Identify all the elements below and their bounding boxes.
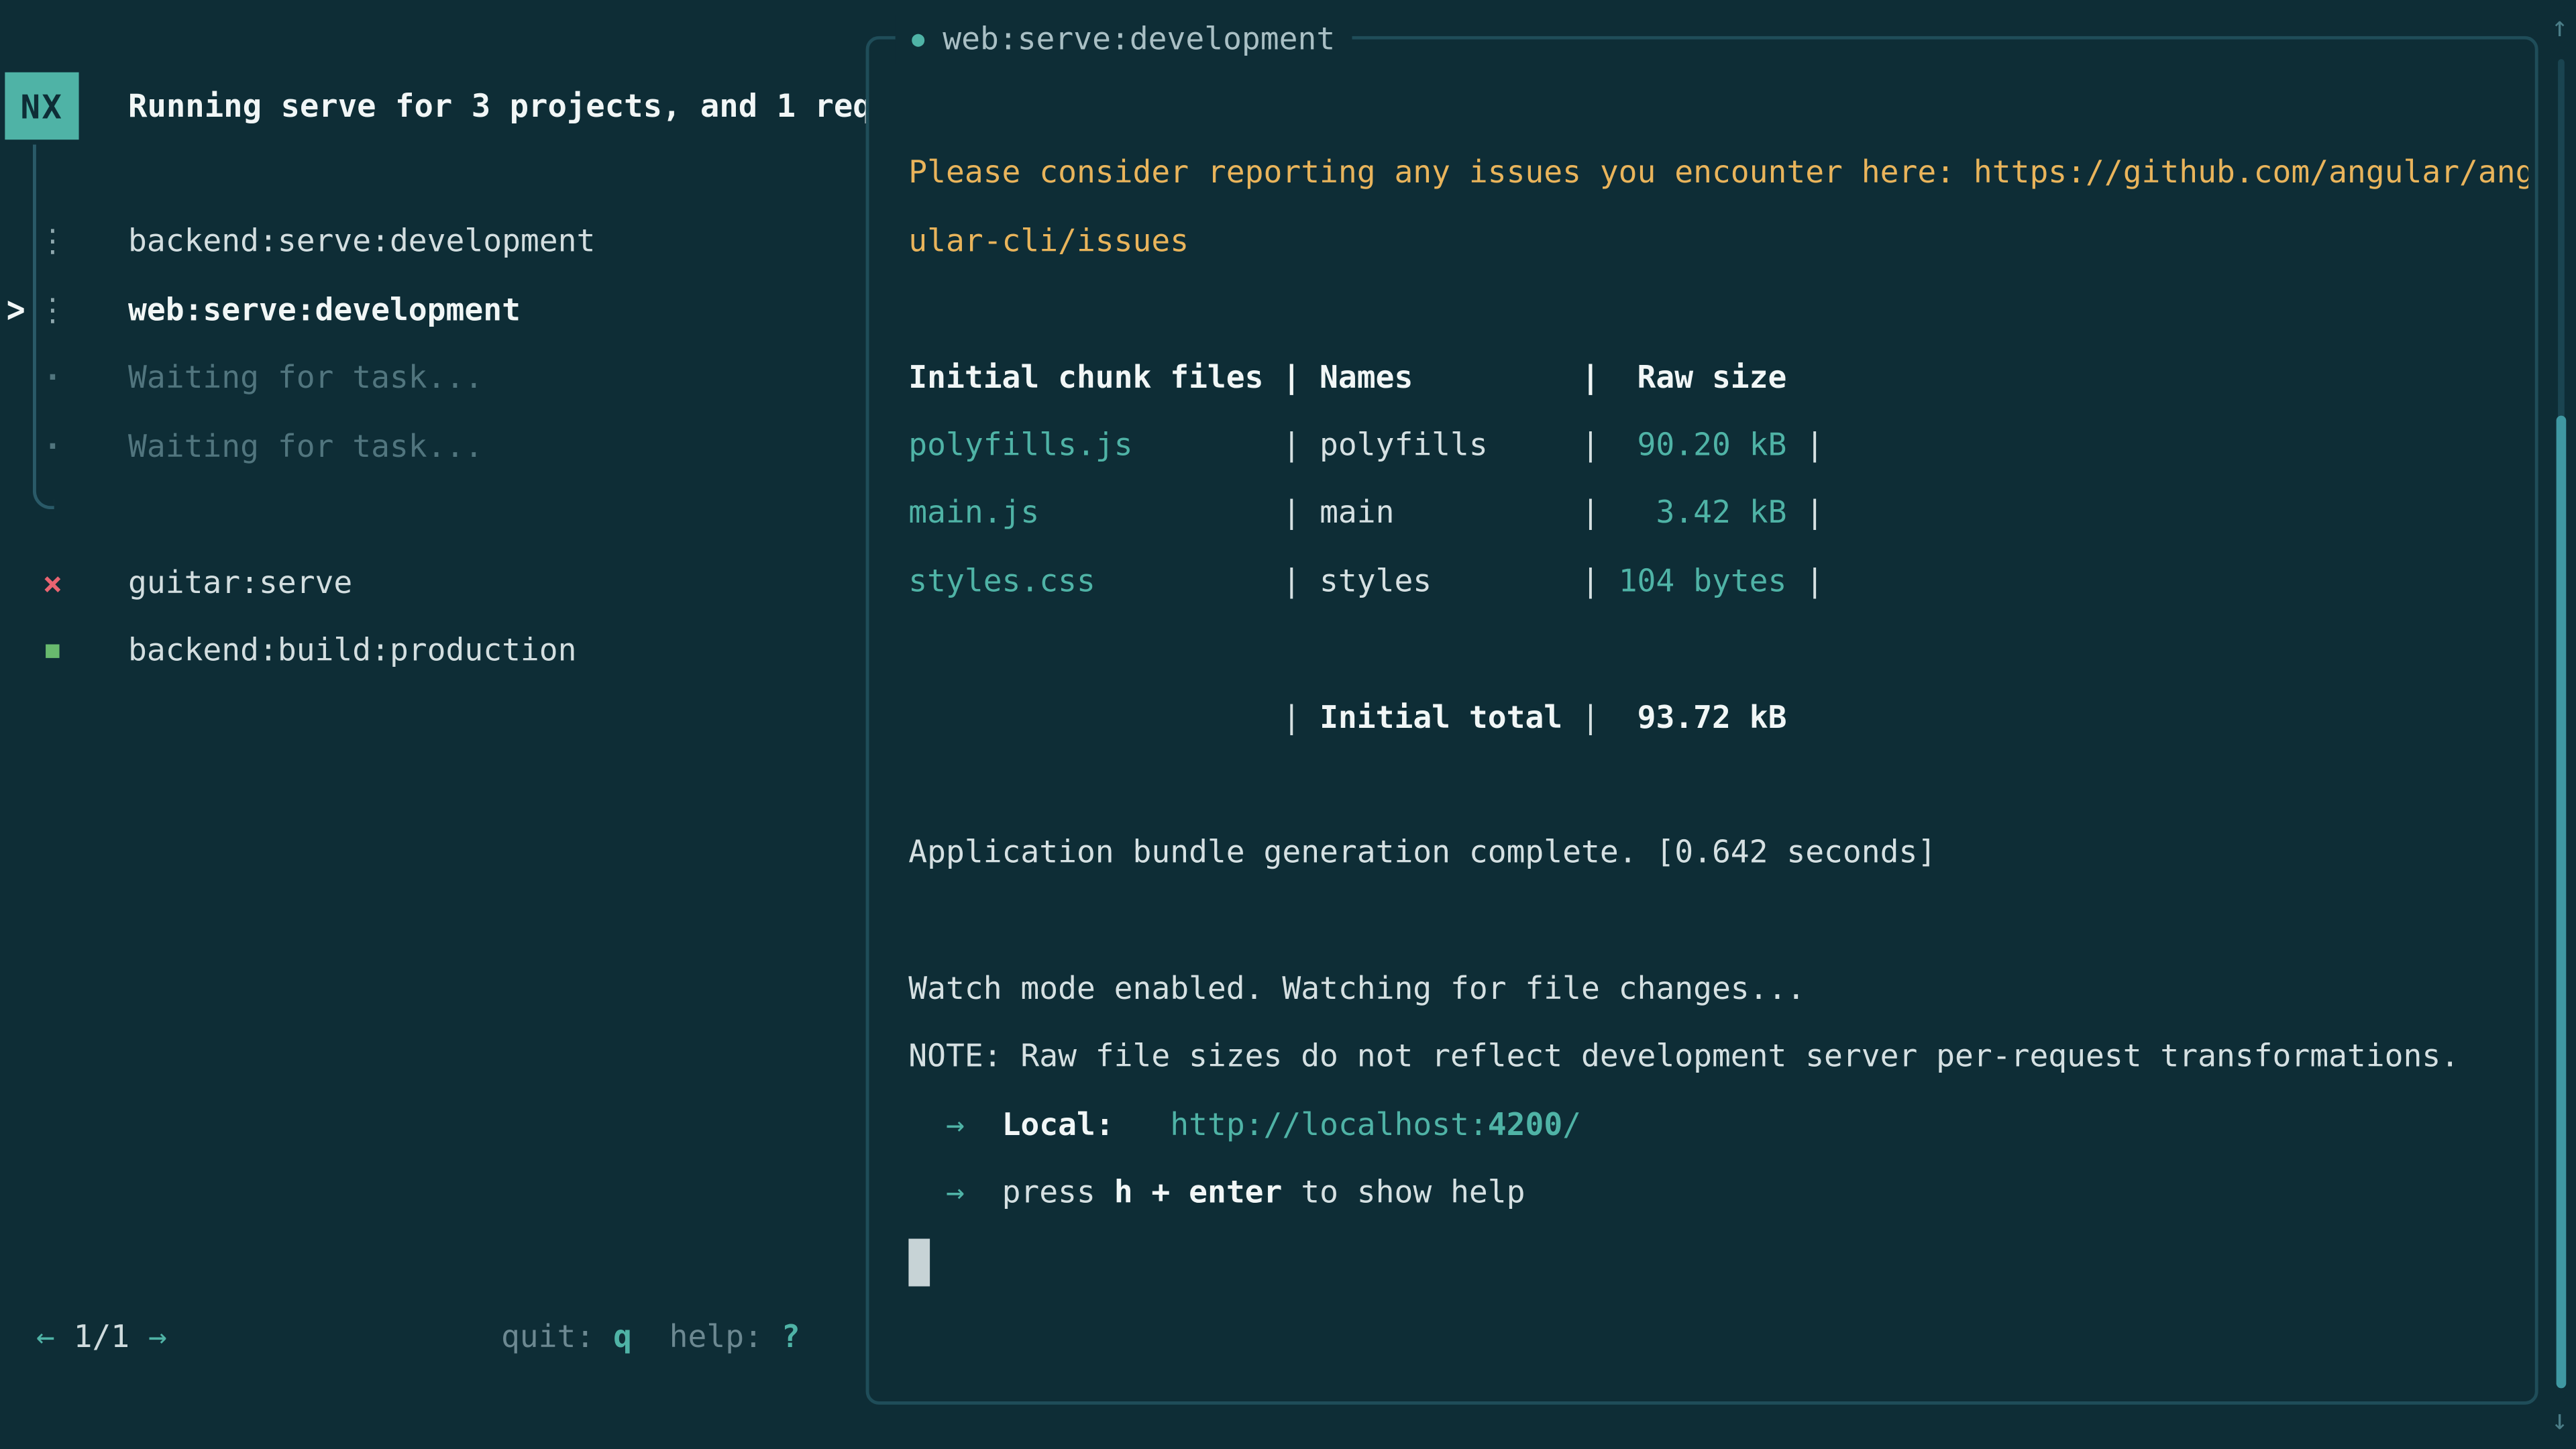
- terminal-text-segment: |: [1786, 495, 1824, 531]
- task-item-backend-serve-development[interactable]: ⋮ backend:serve:development: [0, 209, 866, 277]
- terminal-line: → Local: http://localhost:4200/: [908, 1092, 2528, 1160]
- output-scrollbar: ↑ ↓: [2543, 0, 2576, 1449]
- terminal-text-segment: 90.20 kB: [1619, 427, 1787, 464]
- terminal-line: | Initial total | 93.72 kB: [908, 684, 2528, 752]
- task-item-guitar-serve[interactable]: × guitar:serve: [0, 549, 866, 618]
- terminal-text-segment: |: [908, 699, 1320, 735]
- task-label: Waiting for task...: [128, 428, 483, 464]
- scroll-up-arrow-icon[interactable]: ↑: [2543, 3, 2576, 52]
- terminal-text-segment: |: [1786, 427, 1824, 464]
- terminal-line: Watch mode enabled. Watching for file ch…: [908, 956, 2528, 1024]
- terminal-line: [908, 888, 2528, 956]
- task-item-web-serve-development[interactable]: > ⋮ web:serve:development: [0, 277, 866, 345]
- terminal-text-segment: to show help: [1282, 1175, 1525, 1212]
- pagination: ← 1/1 →: [36, 1304, 167, 1371]
- terminal-text-segment: 4200: [1488, 1107, 1562, 1143]
- terminal-line: NOTE: Raw file sizes do not reflect deve…: [908, 1024, 2528, 1092]
- failed-x-icon: ×: [36, 549, 69, 618]
- task-item-waiting-1[interactable]: · Waiting for task...: [0, 345, 866, 413]
- selection-caret-icon: >: [7, 270, 33, 352]
- terminal-line: main.js | main | 3.42 kB |: [908, 480, 2528, 548]
- terminal-text-segment: polyfills.js: [908, 427, 1132, 464]
- terminal-text-segment: | styles |: [1095, 563, 1619, 599]
- terminal-text-segment: Initial total: [1320, 699, 1562, 735]
- terminal-text-segment: 104 bytes: [1619, 563, 1787, 599]
- page-indicator: [129, 1320, 148, 1356]
- terminal-text-segment: |: [1786, 563, 1824, 599]
- spinner-icon: ⋮: [36, 209, 69, 277]
- terminal-line: [908, 616, 2528, 684]
- terminal-text-segment: |: [1562, 699, 1619, 735]
- page-indicator: 1/1: [74, 1320, 130, 1356]
- prev-page-arrow-icon[interactable]: ←: [36, 1320, 55, 1356]
- task-label: backend:serve:development: [128, 223, 595, 260]
- pending-dot-icon: ·: [36, 413, 69, 482]
- terminal-line: [908, 72, 2528, 140]
- panel-title: ● web:serve:development: [896, 15, 1352, 64]
- scrollbar-thumb[interactable]: [2557, 416, 2567, 1389]
- terminal-text-segment: Please consider reporting any issues you…: [908, 155, 2528, 191]
- keyboard-shortcuts: quit: q help: ?: [501, 1304, 800, 1371]
- terminal-line: Initial chunk files | Names | Raw size: [908, 344, 2528, 412]
- task-list: ⋮ backend:serve:development > ⋮ web:serv…: [0, 209, 866, 686]
- help-key: ?: [782, 1320, 800, 1356]
- terminal-line: Please consider reporting any issues you…: [908, 140, 2528, 208]
- terminal-text-segment: Watch mode enabled. Watching for file ch…: [908, 971, 1805, 1008]
- task-output-panel: ●web:serve:development Please consider r…: [866, 36, 2538, 1405]
- terminal-text-segment: | polyfills |: [1133, 427, 1619, 464]
- terminal-text-segment: http://localhost:: [1170, 1107, 1487, 1143]
- task-label: backend:build:production: [128, 633, 576, 669]
- terminal-text-segment: →: [908, 1175, 1002, 1212]
- terminal-output: Please consider reporting any issues you…: [908, 72, 2528, 1395]
- terminal-text-segment: styles.css: [908, 563, 1095, 599]
- terminal-text-segment: NOTE: Raw file sizes do not reflect deve…: [908, 1039, 2459, 1075]
- terminal-line: [908, 1228, 2528, 1296]
- task-label: web:serve:development: [128, 292, 521, 328]
- panel-title-text: web:serve:development: [943, 21, 1335, 58]
- terminal-text-segment: ular-cli/issues: [908, 223, 1189, 260]
- help-label: help:: [632, 1320, 782, 1356]
- nx-terminal-ui: NX Running serve for 3 projects, and 1 r…: [0, 0, 2576, 1449]
- task-sidebar: NX Running serve for 3 projects, and 1 r…: [0, 0, 866, 1449]
- task-item-backend-build-production[interactable]: ■ backend:build:production: [0, 618, 866, 686]
- terminal-text-segment: 3.42 kB: [1619, 495, 1787, 531]
- terminal-text-segment: 93.72 kB: [1619, 699, 1787, 735]
- terminal-line: styles.css | styles | 104 bytes |: [908, 548, 2528, 616]
- terminal-text-segment: Application bundle generation complete. …: [908, 835, 1936, 871]
- task-item-waiting-2[interactable]: · Waiting for task...: [0, 413, 866, 482]
- success-square-icon: ■: [36, 618, 69, 686]
- terminal-text-segment: [1114, 1107, 1171, 1143]
- terminal-line: → press h + enter to show help: [908, 1161, 2528, 1228]
- quit-key: q: [613, 1320, 632, 1356]
- terminal-line: polyfills.js | polyfills | 90.20 kB |: [908, 413, 2528, 480]
- terminal-text-segment: main.js: [908, 495, 1039, 531]
- quit-label: quit:: [501, 1320, 613, 1356]
- status-dot-icon: ●: [912, 28, 924, 53]
- scroll-down-arrow-icon[interactable]: ↓: [2543, 1397, 2576, 1446]
- page-indicator: [55, 1320, 74, 1356]
- task-label: guitar:serve: [128, 564, 352, 600]
- nx-logo: NX: [5, 72, 78, 140]
- terminal-line: [908, 276, 2528, 344]
- pending-dot-icon: ·: [36, 345, 69, 413]
- sidebar-title: Running serve for 3 projects, and 1 requ: [128, 72, 866, 140]
- terminal-line: [908, 752, 2528, 820]
- terminal-text-segment: Local:: [1002, 1107, 1114, 1143]
- terminal-text-segment: | main |: [1039, 495, 1618, 531]
- task-label: Waiting for task...: [128, 360, 483, 396]
- terminal-text-segment: h + enter: [1114, 1175, 1283, 1212]
- terminal-line: Application bundle generation complete. …: [908, 820, 2528, 888]
- terminal-text-segment: Initial chunk files | Names | Raw size: [908, 359, 1786, 395]
- terminal-cursor: [908, 1238, 930, 1286]
- spinner-icon: ⋮: [36, 277, 69, 345]
- next-page-arrow-icon[interactable]: →: [148, 1320, 167, 1356]
- terminal-line: ular-cli/issues: [908, 208, 2528, 276]
- terminal-text-segment: press: [1002, 1175, 1114, 1212]
- terminal-text-segment: /: [1562, 1107, 1581, 1143]
- terminal-text-segment: →: [908, 1107, 1002, 1143]
